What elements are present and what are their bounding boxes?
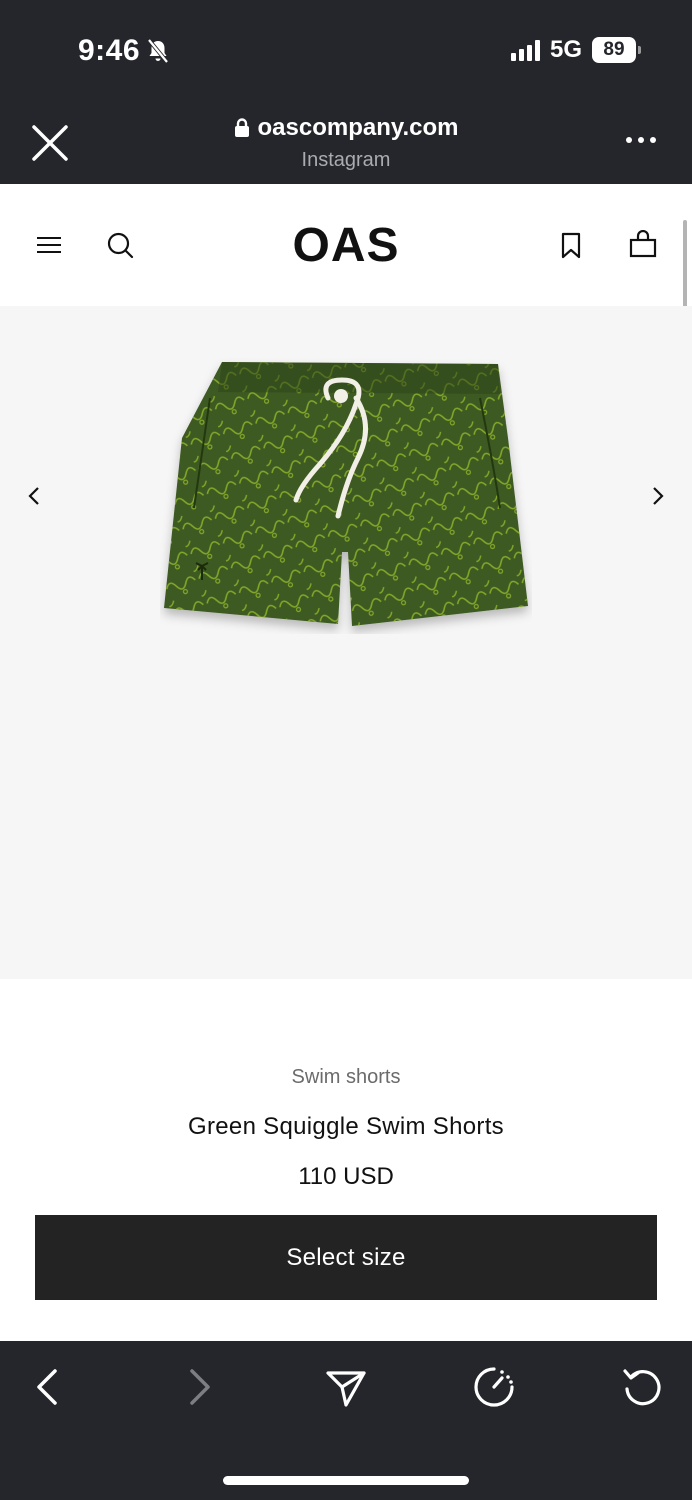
site-logo[interactable]: OAS: [0, 218, 692, 273]
signal-icon: [510, 39, 540, 61]
browser-top-bar: 9:46 5G 89 oascompany.com Instagram: [0, 0, 692, 184]
chevron-right-icon[interactable]: [645, 484, 669, 508]
battery-icon: 89: [592, 37, 641, 63]
bookmark-icon[interactable]: [556, 230, 586, 260]
speed-icon[interactable]: [472, 1365, 516, 1409]
product-image-swim-shorts: [164, 362, 528, 626]
address-bar[interactable]: oascompany.com Instagram: [0, 114, 692, 172]
time-label: 9:46: [78, 34, 141, 67]
url-row: oascompany.com: [234, 114, 459, 142]
source-app-label: Instagram: [301, 149, 391, 171]
status-bar-indicators: 5G 89: [510, 36, 641, 64]
home-indicator[interactable]: [223, 1476, 469, 1485]
product-category: Swim shorts: [291, 1066, 401, 1088]
lock-icon: [234, 118, 249, 137]
site-header: OAS: [0, 184, 692, 306]
select-size-button[interactable]: Select size: [35, 1215, 657, 1300]
product-gallery[interactable]: [0, 306, 692, 979]
status-bar-time: 9:46: [78, 34, 170, 68]
chevron-left-icon[interactable]: [23, 484, 47, 508]
product-title: Green Squiggle Swim Shorts: [188, 1113, 504, 1140]
reload-icon[interactable]: [621, 1365, 665, 1409]
bell-muted-icon: [147, 38, 169, 64]
back-icon[interactable]: [27, 1365, 71, 1409]
share-icon[interactable]: [324, 1365, 368, 1409]
battery-level: 89: [603, 39, 625, 60]
forward-icon[interactable]: [176, 1365, 220, 1409]
product-price: 110 USD: [298, 1163, 394, 1190]
more-icon[interactable]: [626, 137, 656, 143]
url-text: oascompany.com: [257, 114, 459, 141]
bag-icon[interactable]: [628, 230, 658, 260]
browser-bottom-bar: [0, 1341, 692, 1500]
network-label: 5G: [549, 36, 582, 63]
